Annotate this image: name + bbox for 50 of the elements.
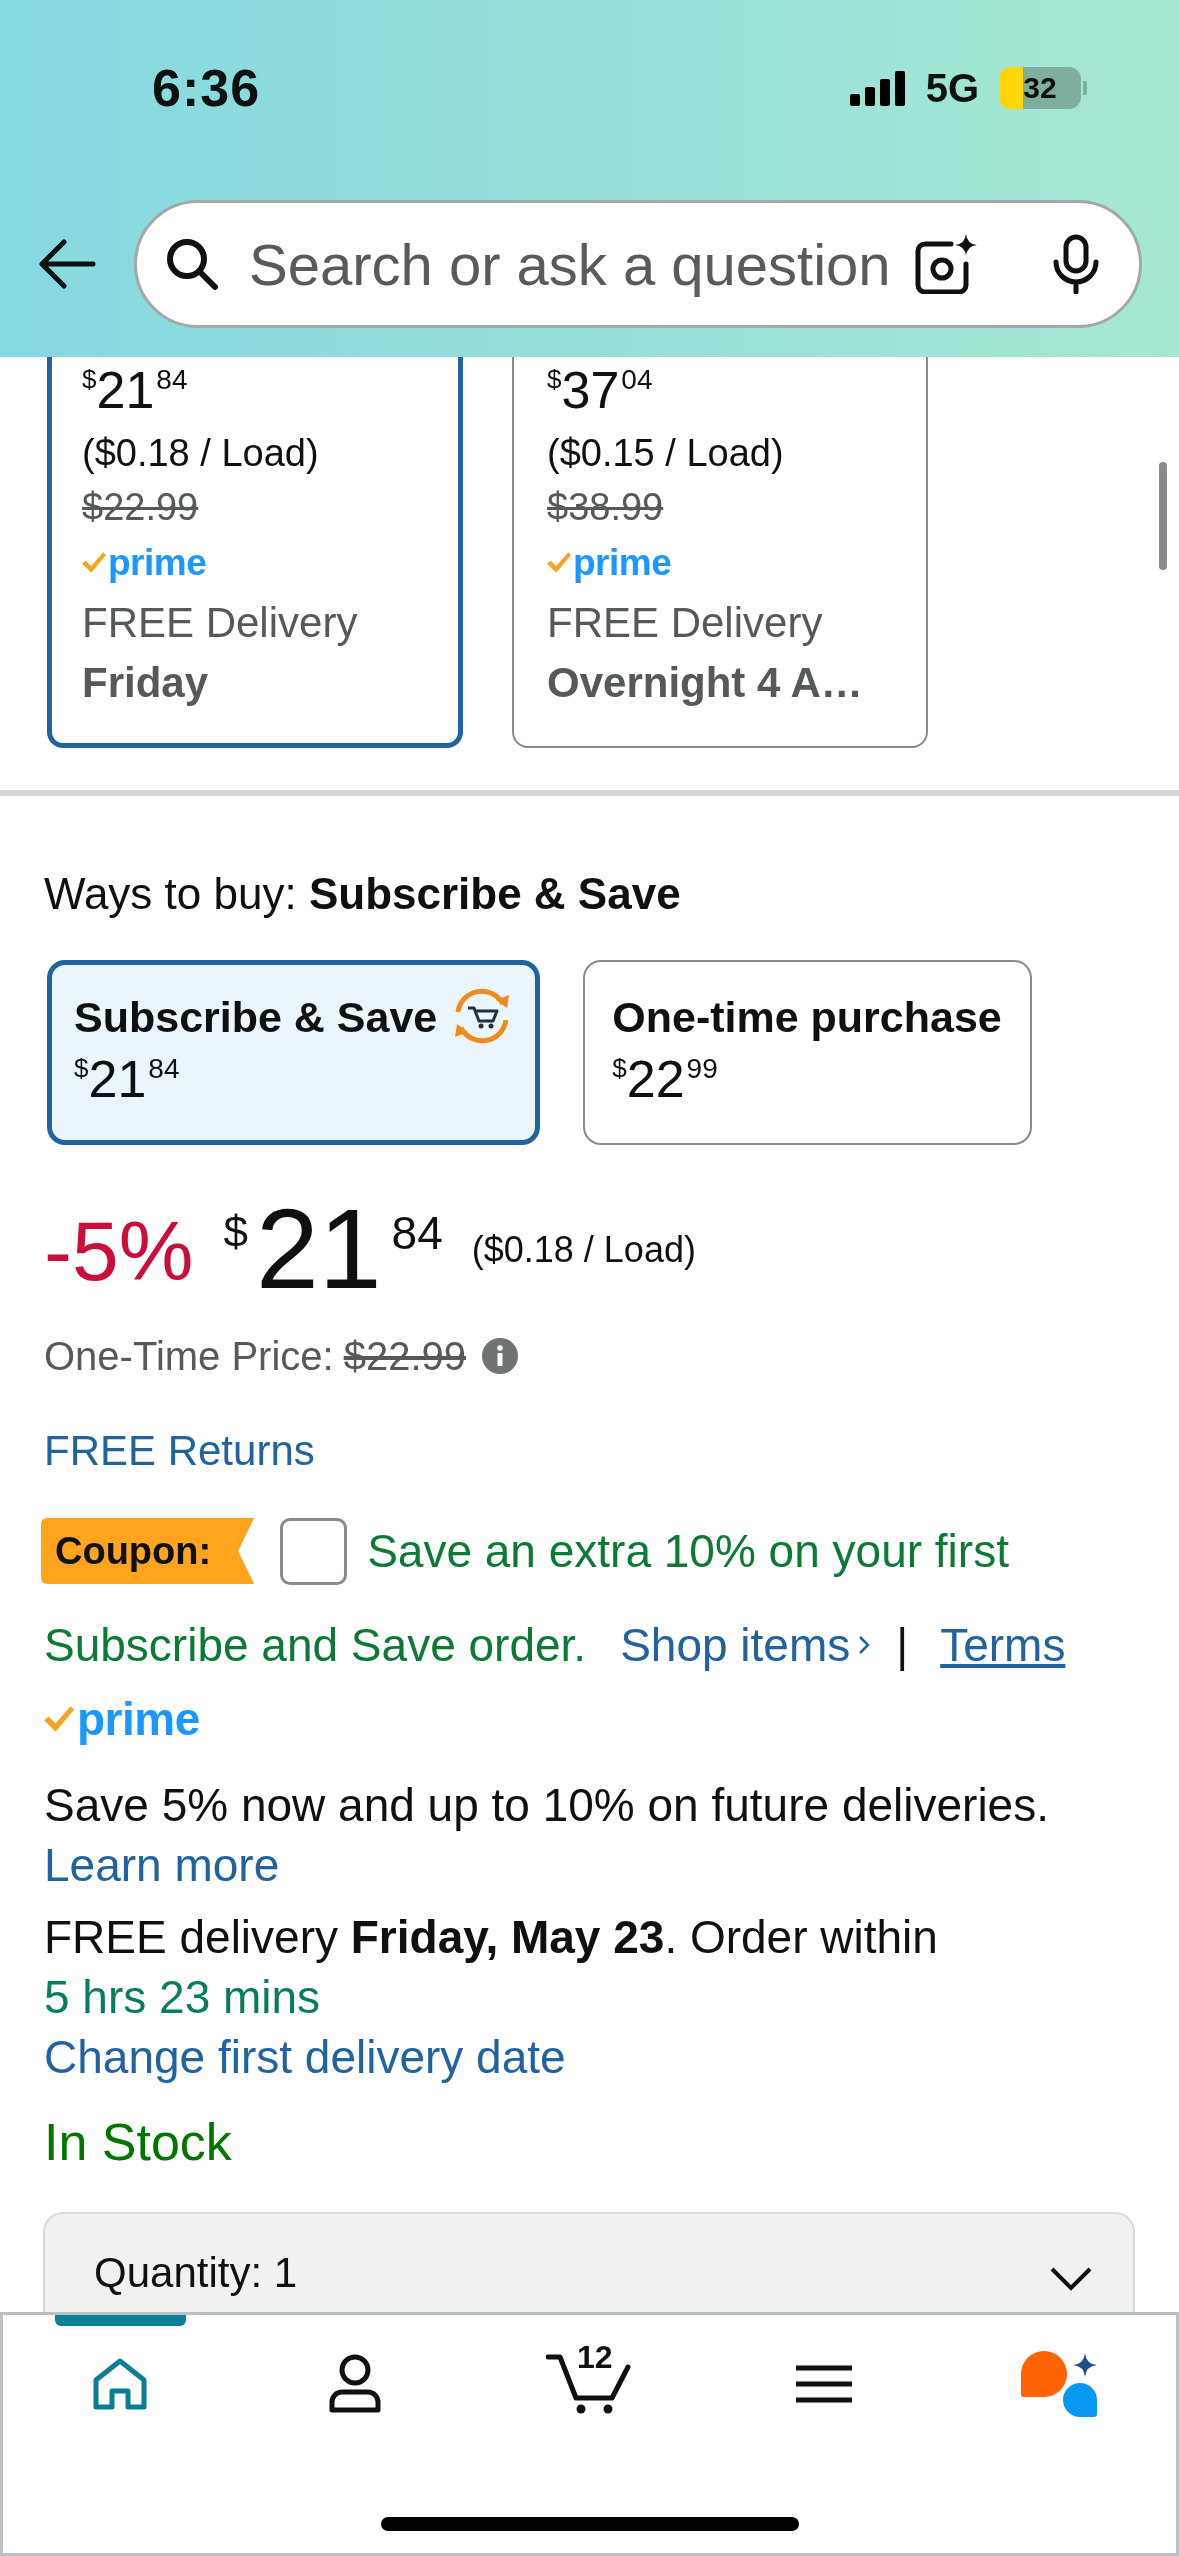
info-icon[interactable]: [482, 1338, 519, 1374]
menu-icon: [796, 2364, 853, 2404]
one-time-price-label: One-Time Price:: [44, 1333, 334, 1379]
status-time: 6:36: [152, 58, 261, 118]
coupon-text: Subscribe and Save order.: [44, 1618, 587, 1673]
delivery-label: FREE Delivery: [547, 598, 823, 648]
coupon-text: Save an extra 10% on your first: [367, 1524, 1009, 1579]
back-arrow-icon[interactable]: [38, 239, 96, 289]
stock-status: In Stock: [44, 2112, 232, 2173]
delivery-label: FREE Delivery: [82, 598, 358, 648]
shop-items-link[interactable]: Shop items: [620, 1618, 871, 1672]
change-delivery-date-link[interactable]: Change first delivery date: [44, 2027, 566, 2087]
coupon-checkbox[interactable]: [280, 1517, 348, 1585]
network-label: 5G: [925, 65, 979, 111]
coupon-badge: Coupon:: [41, 1518, 255, 1584]
ways-to-buy-heading: Ways to buy: Subscribe & Save: [44, 868, 681, 920]
signal-icon: [849, 70, 906, 106]
microphone-icon[interactable]: [1051, 234, 1101, 294]
chevron-right-icon: [858, 1635, 871, 1655]
search-field[interactable]: Search or ask a question: [134, 200, 1142, 328]
learn-more-link[interactable]: Learn more: [44, 1835, 280, 1895]
search-icon: [165, 237, 219, 291]
order-countdown: 5 hrs 23 mins: [44, 1970, 321, 2025]
discount-percent: -5%: [44, 1209, 194, 1293]
person-icon: [327, 2354, 382, 2414]
list-price: $22.99: [343, 1333, 467, 1379]
delivery-day: Overnight 4 A…: [547, 653, 863, 713]
search-input[interactable]: Search or ask a question: [249, 230, 911, 298]
subscription-note: Save 5% now and up to 10% on future deliveries.: [44, 1778, 1049, 1833]
prime-logo-text: prime: [573, 543, 672, 581]
check-icon: [547, 551, 571, 573]
link-separator: |: [896, 1618, 909, 1672]
list-price: $38.99: [547, 485, 664, 530]
check-icon: [82, 551, 106, 573]
chevron-down-icon: [1049, 2266, 1093, 2292]
free-returns-link[interactable]: FREE Returns: [44, 1423, 315, 1479]
home-icon: [92, 2358, 149, 2410]
battery-indicator: 32: [999, 67, 1087, 109]
chat-bubbles-sparkle-icon: [1020, 2351, 1097, 2417]
delivery-text: FREE delivery Friday, May 23. Order within: [44, 1911, 938, 1963]
terms-link[interactable]: Terms: [940, 1618, 1066, 1672]
delivery-day: Friday: [82, 653, 209, 713]
unit-price: ($0.18 / Load): [82, 431, 319, 476]
unit-price: ($0.18 / Load): [471, 1232, 696, 1268]
check-icon: [44, 1706, 74, 1732]
cart-tab[interactable]: 12: [524, 2315, 655, 2453]
list-price: $22.99: [82, 485, 199, 530]
prime-logo-text: prime: [108, 543, 207, 581]
unit-price: ($0.15 / Load): [547, 431, 784, 476]
quantity-dropdown[interactable]: Quantity: 1: [43, 2212, 1135, 2312]
